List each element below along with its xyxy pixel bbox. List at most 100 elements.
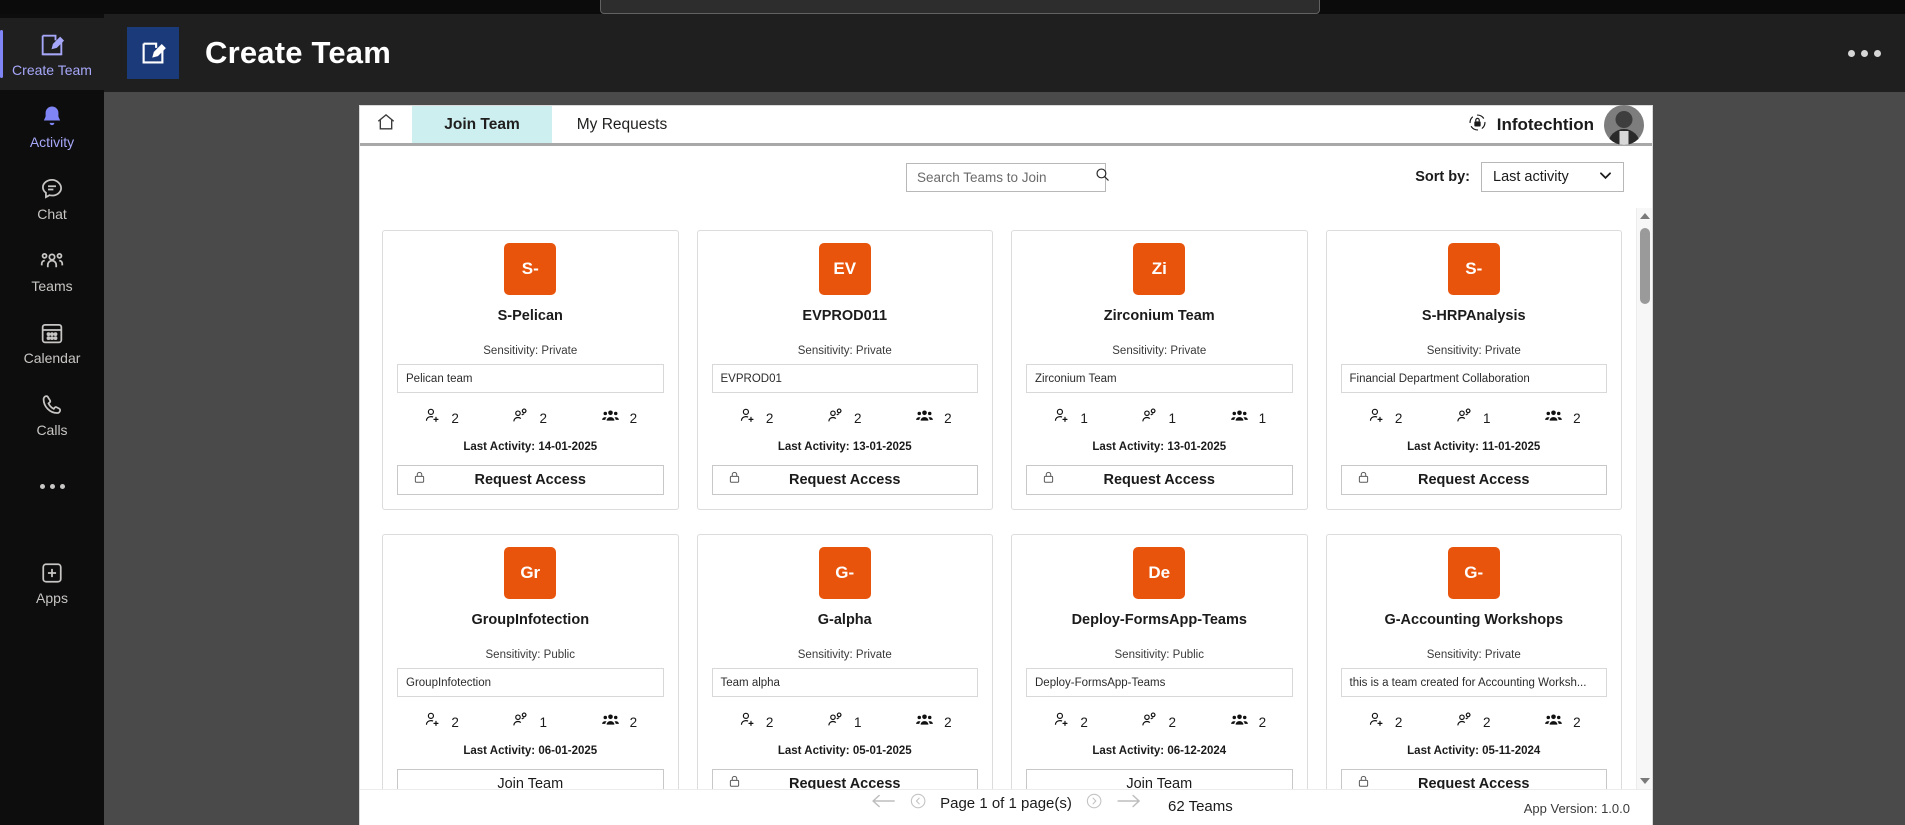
- team-card[interactable]: G- G-alpha Sensitivity: Private Team alpha 2…: [696, 534, 993, 789]
- tab-join-team-label: Join Team: [444, 115, 520, 133]
- team-stats: 2 2 2: [712, 406, 979, 430]
- rail-item-teams[interactable]: Teams: [0, 234, 104, 306]
- team-stats: 2 2 2: [1341, 710, 1608, 734]
- stat-members: 2: [1543, 710, 1581, 734]
- rail-item-calendar[interactable]: Calendar: [0, 306, 104, 378]
- search-input[interactable]: [917, 169, 1094, 185]
- team-action-label: Join Team: [1126, 776, 1193, 789]
- arrow-first-icon[interactable]: [870, 793, 896, 814]
- people-group-icon: [600, 406, 621, 430]
- search-box[interactable]: [906, 162, 1109, 192]
- team-action-button[interactable]: Request Access: [711, 465, 978, 495]
- avatar[interactable]: [1604, 104, 1644, 145]
- tab-my-requests[interactable]: My Requests: [552, 106, 692, 143]
- team-last-activity: Last Activity: 05-11-2024: [1407, 745, 1541, 758]
- stat-owners-value: 2: [1394, 714, 1403, 730]
- team-action-button[interactable]: Request Access: [397, 465, 664, 495]
- search-icon[interactable]: [1094, 166, 1111, 188]
- people-group-icon: [1543, 710, 1564, 734]
- rail-item-more[interactable]: [0, 450, 104, 522]
- team-card[interactable]: S- S-Pelican Sensitivity: Private Pelican t…: [382, 230, 679, 510]
- rail-item-create-team[interactable]: Create Team: [0, 18, 104, 90]
- shield-lock-icon: [1468, 113, 1487, 137]
- teams-global-search[interactable]: [600, 0, 1320, 14]
- stat-members-value: 2: [1573, 714, 1581, 730]
- scroll-up-button[interactable]: [1637, 208, 1652, 224]
- home-tab-button[interactable]: [360, 106, 412, 143]
- left-rail: Create Team Activity Chat Teams Calendar…: [0, 14, 104, 825]
- people-group-icon: [600, 710, 621, 734]
- scrollbar-thumb[interactable]: [1640, 228, 1650, 304]
- person-shared-icon: [1455, 406, 1474, 430]
- brand-area: Infotechtion: [1468, 104, 1652, 145]
- team-last-activity: Last Activity: 06-12-2024: [1092, 745, 1227, 758]
- team-action-button[interactable]: Join Team: [1026, 769, 1293, 789]
- team-avatar-initials: G-: [1447, 547, 1500, 599]
- rail-item-chat[interactable]: Chat: [0, 162, 104, 234]
- phone-icon: [38, 391, 66, 419]
- team-stats: 2 1 2: [712, 710, 979, 734]
- scroll-down-button[interactable]: [1637, 773, 1652, 789]
- team-card[interactable]: G- G-Accounting Workshops Sensitivity: Pri…: [1325, 534, 1622, 789]
- stat-owners: 2: [738, 406, 773, 430]
- person-add-icon: [1367, 406, 1386, 430]
- team-card[interactable]: Zi Zirconium Team Sensitivity: Private Zirc…: [1011, 230, 1308, 510]
- team-description: Pelican team: [397, 363, 664, 394]
- team-sensitivity: Sensitivity: Private: [1426, 648, 1521, 661]
- stat-members: 2: [914, 406, 952, 430]
- team-name: S-Pelican: [497, 308, 563, 324]
- team-count: 62 Teams: [1168, 798, 1233, 815]
- stat-owners: 2: [1052, 710, 1088, 734]
- person-shared-icon: [511, 406, 530, 430]
- team-card[interactable]: De Deploy-FormsApp-Teams Sensitivity: Publ…: [1011, 534, 1308, 789]
- team-stats: 2 1 2: [397, 710, 664, 734]
- more-dots-icon: [39, 483, 65, 489]
- stat-guests: 1: [511, 710, 547, 734]
- person-shared-icon: [511, 710, 530, 734]
- rail-label-calendar: Calendar: [23, 349, 81, 366]
- tab-join-team[interactable]: Join Team: [412, 106, 552, 143]
- stat-guests-value: 1: [853, 714, 862, 730]
- team-last-activity: Last Activity: 11-01-2025: [1407, 441, 1541, 454]
- team-sensitivity: Sensitivity: Public: [1114, 648, 1204, 661]
- people-group-icon: [1543, 406, 1564, 430]
- team-card[interactable]: S- S-HRPAnalysis Sensitivity: Private Finan…: [1325, 230, 1622, 510]
- team-card[interactable]: Gr GroupInfotection Sensitivity: Public Gro…: [382, 534, 679, 789]
- sort-select[interactable]: Last activity: [1481, 162, 1624, 192]
- rail-label-create-team: Create Team: [12, 61, 92, 78]
- teams-icon: [38, 247, 66, 275]
- stat-guests: 1: [1140, 406, 1176, 430]
- teams-grid-area: S- S-Pelican Sensitivity: Private Pelican t…: [360, 208, 1652, 789]
- rail-item-calls[interactable]: Calls: [0, 378, 104, 450]
- chevron-right-circle-icon[interactable]: [1085, 792, 1103, 815]
- rail-label-calls: Calls: [36, 421, 68, 438]
- team-sensitivity: Sensitivity: Private: [797, 648, 892, 661]
- team-description: Team alpha: [711, 667, 978, 698]
- team-action-button[interactable]: Request Access: [1340, 769, 1607, 789]
- pagination: Page 1 of 1 page(s): [870, 792, 1142, 815]
- team-description: Zirconium Team: [1026, 363, 1293, 394]
- rail-label-chat: Chat: [37, 205, 67, 222]
- team-name: S-HRPAnalysis: [1421, 308, 1526, 324]
- chevron-down-icon: [1640, 778, 1650, 784]
- rail-item-apps[interactable]: Apps: [0, 546, 104, 618]
- rail-item-activity[interactable]: Activity: [0, 90, 104, 162]
- chevron-left-circle-icon[interactable]: [909, 792, 927, 815]
- person-add-icon: [423, 710, 442, 734]
- more-options-icon[interactable]: [1848, 49, 1881, 57]
- team-card[interactable]: EV EVPROD011 Sensitivity: Private EVPROD01 2…: [696, 230, 993, 510]
- page-indicator: Page 1 of 1 page(s): [940, 795, 1072, 812]
- lock-icon: [1356, 469, 1371, 491]
- team-name: EVPROD011: [802, 308, 888, 324]
- team-action-button[interactable]: Join Team: [397, 769, 664, 789]
- app-header: Create Team: [104, 14, 1905, 92]
- team-action-button[interactable]: Request Access: [1340, 465, 1607, 495]
- team-action-button[interactable]: Request Access: [1026, 465, 1293, 495]
- chevron-down-icon: [1597, 167, 1614, 188]
- arrow-last-icon[interactable]: [1116, 793, 1142, 814]
- vertical-scrollbar[interactable]: [1636, 208, 1652, 789]
- sort-select-value: Last activity: [1493, 169, 1569, 185]
- stat-guests-value: 2: [853, 410, 862, 426]
- apps-plus-icon: [38, 559, 66, 587]
- team-action-button[interactable]: Request Access: [711, 769, 978, 789]
